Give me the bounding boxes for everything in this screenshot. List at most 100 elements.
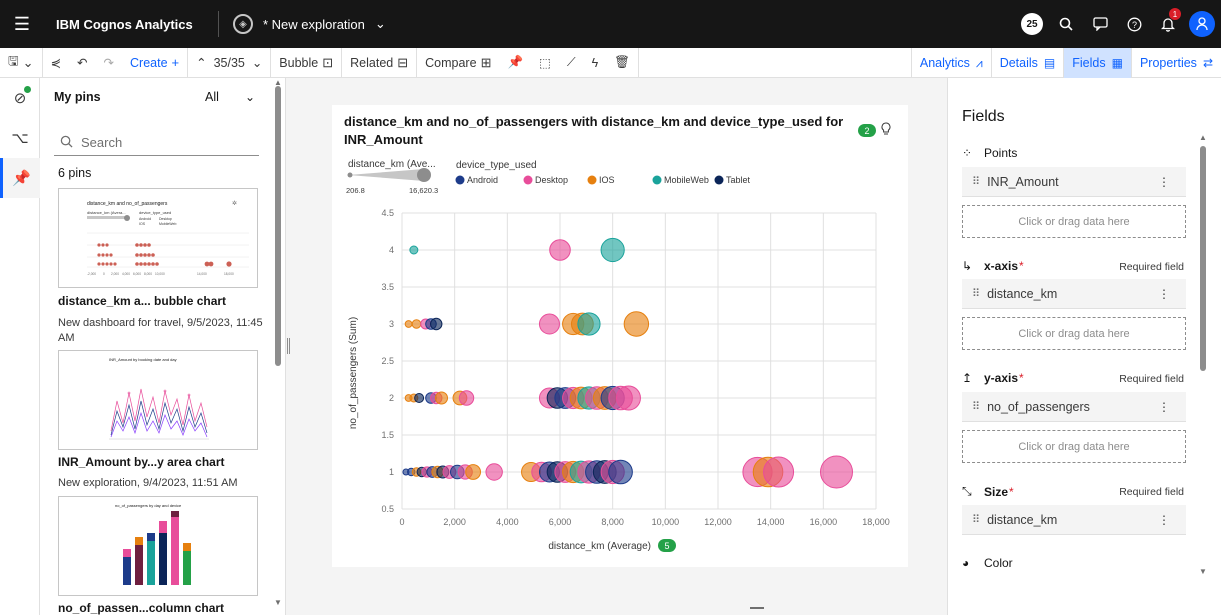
share-button[interactable]: ⋞ bbox=[43, 48, 69, 78]
notification-icon[interactable]: 1 bbox=[1151, 0, 1185, 48]
pin-title[interactable]: distance_km a... bubble chart bbox=[58, 294, 226, 308]
count-badge[interactable]: 25 bbox=[1015, 0, 1049, 48]
pin-thumbnail[interactable]: distance_km and no_of_passengers ✲ dista… bbox=[58, 188, 258, 288]
svg-text:14,000: 14,000 bbox=[197, 272, 207, 276]
y-tick-label: 3 bbox=[389, 319, 394, 329]
overflow-menu-icon[interactable]: ⋮ bbox=[1158, 175, 1170, 189]
chevron-down-icon[interactable]: ⌄ bbox=[245, 90, 255, 104]
size-field-chip[interactable]: ⠿ distance_km ⋮ bbox=[962, 505, 1186, 535]
rail-pins-button[interactable]: 📌 bbox=[0, 158, 40, 198]
overflow-menu-icon[interactable]: ⋮ bbox=[1158, 513, 1170, 527]
related-button[interactable]: Related ⊟ bbox=[342, 48, 416, 78]
bubble-point bbox=[465, 464, 482, 480]
lightbulb-icon: ✲ bbox=[232, 200, 237, 207]
bubble-point bbox=[538, 313, 560, 335]
pins-filter-select[interactable]: All bbox=[205, 90, 219, 104]
x-axis-label: distance_km (Average) bbox=[548, 541, 651, 552]
x-axis-drop-zone[interactable]: Click or drag data here bbox=[962, 317, 1186, 350]
pin-title[interactable]: no_of_passen...column chart bbox=[58, 601, 224, 615]
legend-swatch bbox=[587, 175, 597, 185]
tab-properties[interactable]: Properties ⇄ bbox=[1130, 48, 1221, 78]
pin-thumbnail[interactable]: INR_Amount by booking date and day bbox=[58, 350, 258, 450]
scroll-down-arrow[interactable]: ▼ bbox=[1199, 567, 1207, 576]
hamburger-icon[interactable]: ☰ bbox=[0, 0, 44, 48]
insight-button[interactable]: ϟ bbox=[584, 48, 607, 78]
x-axis-field-chip[interactable]: ⠿ distance_km ⋮ bbox=[962, 279, 1186, 309]
exploration-title[interactable]: * New exploration bbox=[263, 17, 365, 32]
help-icon[interactable]: ? bbox=[1117, 0, 1151, 48]
chevron-down-icon[interactable]: ⌄ bbox=[375, 16, 386, 32]
bubble-point bbox=[615, 385, 641, 411]
tab-details[interactable]: Details ▤ bbox=[990, 48, 1064, 78]
size-legend-max: 16,620.3 bbox=[409, 186, 438, 195]
points-field-chip[interactable]: ⠿ INR_Amount ⋮ bbox=[962, 167, 1186, 197]
related-icon: ⊟ bbox=[397, 54, 409, 70]
canvas-drag-handle[interactable] bbox=[750, 607, 764, 609]
chevron-up-icon: ⌃ bbox=[196, 56, 207, 70]
trash-icon: 🗑 bbox=[614, 55, 631, 69]
svg-text:6,000: 6,000 bbox=[133, 272, 141, 276]
drag-handle-icon: ⠿ bbox=[972, 401, 980, 413]
tab-fields[interactable]: Fields ▦ bbox=[1063, 48, 1131, 78]
pin-thumbnail[interactable]: no_of_passengers by day and device bbox=[58, 496, 258, 596]
points-drop-zone[interactable]: Click or drag data here bbox=[962, 205, 1186, 238]
select-button[interactable]: ⬚ bbox=[531, 48, 559, 78]
chat-icon[interactable] bbox=[1083, 0, 1117, 48]
rail-explore-button[interactable]: ⊘ bbox=[0, 78, 40, 118]
pin-button[interactable]: 📌 bbox=[499, 48, 531, 78]
tab-analytics[interactable]: Analytics ⩘ bbox=[910, 48, 991, 78]
rail-hierarchy-button[interactable]: ⌥ bbox=[0, 118, 40, 158]
search-placeholder: Search bbox=[81, 135, 123, 150]
bubble-point bbox=[414, 393, 425, 403]
pins-scrollbar[interactable] bbox=[275, 86, 281, 366]
share-icon: ⋞ bbox=[50, 56, 62, 70]
y-axis-drop-zone[interactable]: Click or drag data here bbox=[962, 430, 1186, 463]
y-axis-icon: ↥ bbox=[962, 371, 973, 385]
pins-search-input[interactable]: Search bbox=[54, 130, 259, 156]
bubble-point bbox=[411, 319, 422, 329]
svg-text:MobileWeb: MobileWeb bbox=[159, 222, 176, 226]
thumb-title: no_of_passengers by day and device bbox=[115, 503, 182, 508]
exploration-icon: ◈ bbox=[233, 14, 253, 34]
compare-button[interactable]: Compare ⊞ bbox=[417, 48, 499, 78]
pin-icon: 📌 bbox=[507, 55, 524, 69]
thumb-title: distance_km and no_of_passengers bbox=[87, 201, 168, 207]
overflow-menu-icon[interactable]: ⋮ bbox=[1158, 400, 1170, 414]
user-avatar[interactable] bbox=[1189, 11, 1215, 37]
legend-swatch bbox=[714, 175, 724, 185]
bubble-chart[interactable]: distance_km (Ave... 206.8 16,620.3 devic… bbox=[332, 105, 908, 567]
required-field-note: Required field bbox=[1119, 261, 1184, 273]
bubble-point bbox=[435, 391, 448, 405]
topbar-actions: 25 ? 1 bbox=[1015, 0, 1221, 48]
bubble-point bbox=[458, 390, 475, 406]
analytics-icon: ⩘ bbox=[975, 55, 983, 70]
overflow-menu-icon[interactable]: ⋮ bbox=[1158, 287, 1170, 301]
fields-scrollbar[interactable] bbox=[1200, 146, 1206, 371]
exploration-canvas: distance_km and no_of_passengers with di… bbox=[290, 78, 947, 615]
y-axis-field-chip[interactable]: ⠿ no_of_passengers ⋮ bbox=[962, 392, 1186, 422]
legend-label: Desktop bbox=[535, 175, 568, 185]
delete-button[interactable]: 🗑 bbox=[606, 48, 638, 78]
undo-button[interactable]: ↶ bbox=[69, 48, 95, 78]
x-tick-label: 8,000 bbox=[601, 517, 624, 527]
y-tick-label: 0.5 bbox=[381, 504, 394, 514]
create-button[interactable]: Create + bbox=[122, 48, 187, 78]
drag-handle-icon: ⠿ bbox=[972, 288, 980, 300]
bubble-button[interactable]: Bubble ⊡ bbox=[271, 48, 341, 78]
save-button[interactable]: 🖫 ⌄ bbox=[0, 48, 42, 78]
bubble-point bbox=[404, 320, 413, 328]
x-tick-label: 14,000 bbox=[757, 517, 785, 527]
pin-title[interactable]: INR_Amount by...y area chart bbox=[58, 455, 225, 469]
brand-name: IBM Cognos Analytics bbox=[56, 16, 193, 32]
search-icon[interactable] bbox=[1049, 0, 1083, 48]
chart-card[interactable]: distance_km and no_of_passengers with di… bbox=[332, 105, 908, 567]
redo-button[interactable]: ↷ bbox=[96, 48, 122, 78]
y-tick-label: 2.5 bbox=[381, 356, 394, 366]
trend-button[interactable]: ⟋ bbox=[559, 48, 584, 78]
svg-text:0: 0 bbox=[103, 272, 105, 276]
page-navigator[interactable]: ⌃ 35/35 ⌄ bbox=[188, 48, 270, 78]
scroll-down-arrow[interactable]: ▼ bbox=[274, 598, 282, 607]
scroll-up-arrow[interactable]: ▲ bbox=[1199, 133, 1207, 142]
panel-tabs: Analytics ⩘ Details ▤ Fields ▦ Properties ⇄ bbox=[910, 48, 1221, 78]
bubble-point bbox=[623, 311, 650, 337]
